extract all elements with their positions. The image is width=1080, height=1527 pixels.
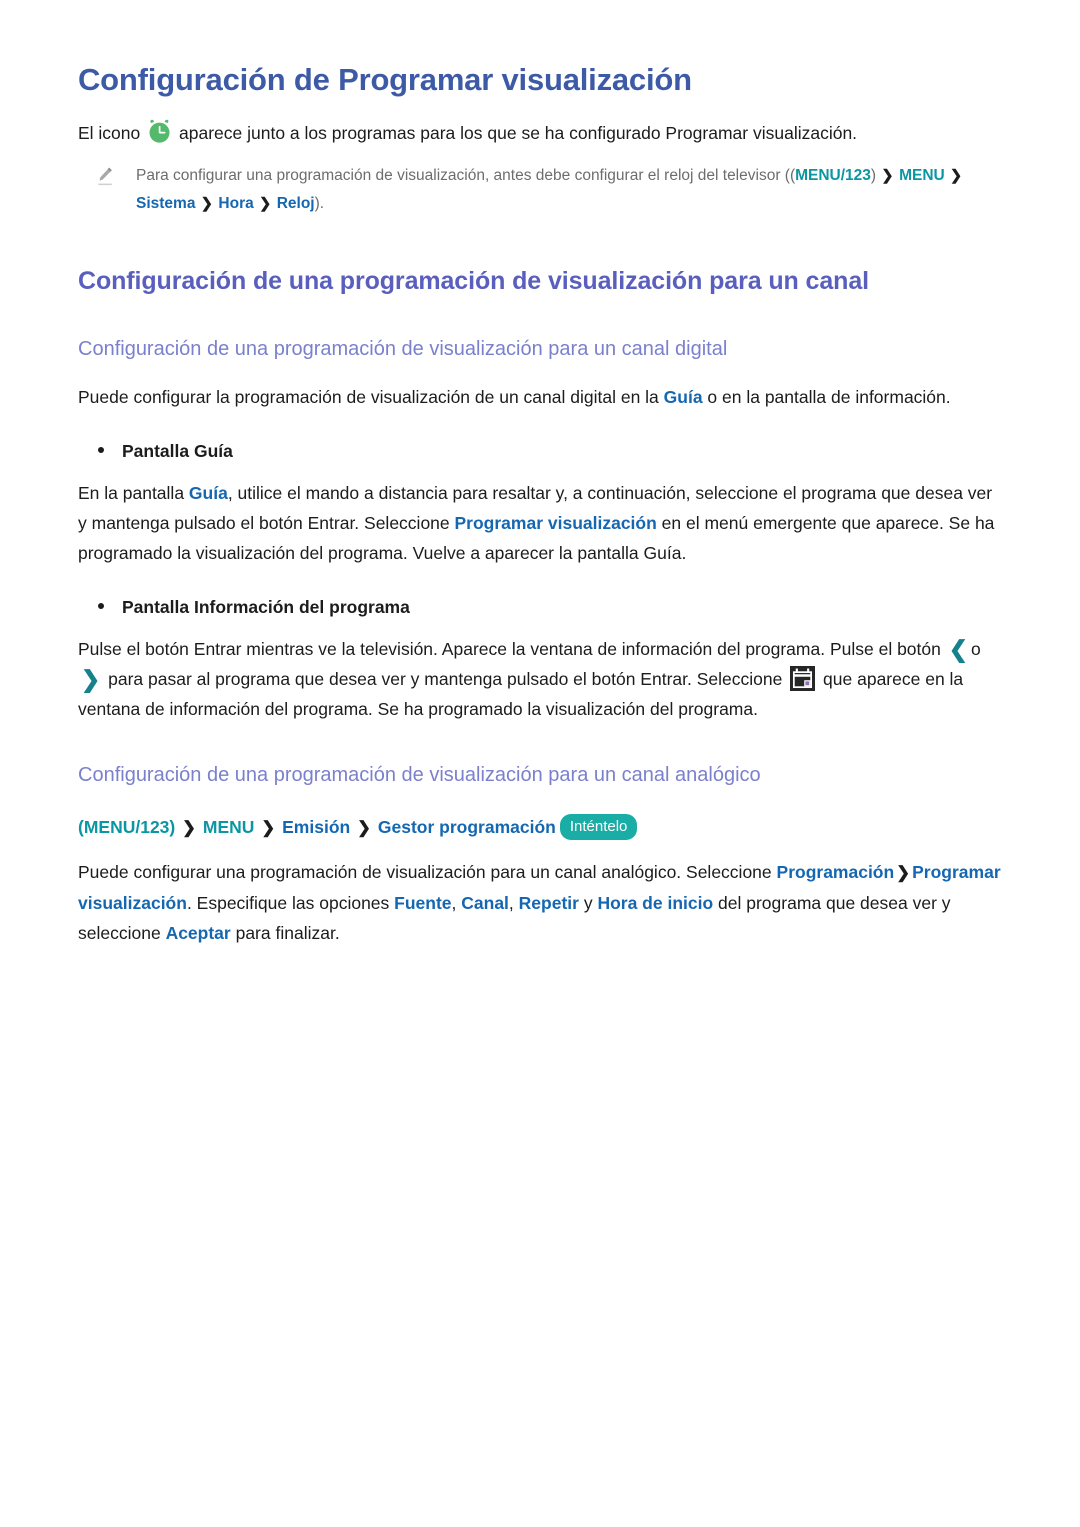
bullet1-part1: Pulse el botón Entrar mientras ve la tel… xyxy=(78,639,946,659)
digital-intro-part1: Puede configurar la programación de visu… xyxy=(78,387,664,407)
intro-text-after: aparece junto a los programas para los q… xyxy=(179,123,858,143)
note-text-part2: ) xyxy=(870,167,877,184)
digital-intro-part2: o en la pantalla de información. xyxy=(702,387,951,407)
analog-comma-1: , xyxy=(451,893,462,913)
pencil-icon xyxy=(96,166,114,188)
bullet0-kw-guia: Guía xyxy=(188,483,228,503)
analog-kw-canal: Canal xyxy=(461,893,509,913)
arrow-separator: o xyxy=(971,639,981,659)
note-chevron-3: ❯ xyxy=(200,196,214,212)
note-row: Para configurar una programación de visu… xyxy=(96,162,1002,218)
digital-intro-paragraph: Puede configurar la programación de visu… xyxy=(78,382,1002,412)
document-page: Configuración de Programar visualización… xyxy=(0,0,1080,1527)
breadcrumb-close-paren: ) xyxy=(169,817,176,837)
bullet0-kw-programar-visualizacion: Programar visualización xyxy=(454,513,657,533)
breadcrumb-kw-menu: MENU xyxy=(202,817,255,837)
note-kw-sistema: Sistema xyxy=(136,195,196,212)
breadcrumb-kw-gestor-programacion: Gestor programación xyxy=(377,817,556,837)
note-kw-hora: Hora xyxy=(218,195,254,212)
breadcrumb-kw-emision: Emisión xyxy=(282,817,351,837)
sub-heading-digital: Configuración de una programación de vis… xyxy=(78,338,728,360)
note-kw-menu: MENU xyxy=(899,167,945,184)
analog-part4: para finalizar. xyxy=(230,923,340,943)
bullet1-part2: para pasar al programa que desea ver y m… xyxy=(103,669,788,689)
analog-body-paragraph: Puede configurar una programación de vis… xyxy=(78,857,1002,948)
section-heading-channel: Configuración de una programación de vis… xyxy=(78,267,869,295)
intro-text-before: El icono xyxy=(78,123,141,143)
sub-heading-analog: Configuración de una programación de vis… xyxy=(78,764,761,786)
arrow-right-icon: ❯ xyxy=(81,666,101,692)
analog-kw-aceptar: Aceptar xyxy=(165,923,231,943)
intro-paragraph: El icono aparece junto a los programas p… xyxy=(78,118,1002,148)
try-it-badge[interactable]: Inténtelo xyxy=(559,814,638,840)
analog-part1: Puede configurar una programación de vis… xyxy=(78,862,777,882)
note-text-end: ). xyxy=(314,195,325,212)
analog-kw-repetir: Repetir xyxy=(518,893,579,913)
note-chevron-4: ❯ xyxy=(259,196,272,212)
note-kw-menu123: MENU/123 xyxy=(795,167,871,184)
note-kw-reloj: Reloj xyxy=(276,195,315,212)
bullet-label-pantalla-guia: Pantalla Guía xyxy=(122,441,233,461)
page-title: Configuración de Programar visualización xyxy=(78,62,692,97)
bullet-dot-icon xyxy=(98,603,104,609)
analog-comma-2: , xyxy=(508,893,519,913)
note-text: Para configurar una programación de visu… xyxy=(136,162,1002,218)
analog-kw-programacion: Programación xyxy=(776,862,895,882)
note-chevron-1: ❯ xyxy=(881,168,894,184)
note-chevron-2: ❯ xyxy=(950,168,963,184)
alarm-clock-icon xyxy=(147,119,172,144)
list-item: Pantalla Guía xyxy=(98,438,1002,464)
analog-kw-fuente: Fuente xyxy=(394,893,452,913)
breadcrumb-kw-menu123: MENU/123 xyxy=(83,817,170,837)
list-item: Pantalla Información del programa xyxy=(98,594,1002,620)
breadcrumb-chevron-1: ❯ xyxy=(182,818,197,837)
bullet-body-pantalla-guia: En la pantalla Guía, utilice el mando a … xyxy=(78,478,1002,568)
note-text-part1: Para configurar una programación de visu… xyxy=(136,167,796,184)
bullet-label-pantalla-informacion: Pantalla Información del programa xyxy=(122,597,410,617)
bullet0-part1: En la pantalla xyxy=(78,483,189,503)
breadcrumb: (MENU/123) ❯ MENU ❯ Emisión ❯ Gestor pro… xyxy=(78,812,1002,843)
arrow-left-icon: ❮ xyxy=(948,636,969,662)
analog-conj: y xyxy=(578,893,598,913)
schedule-calendar-icon xyxy=(790,666,816,691)
bullet-body-pantalla-informacion: Pulse el botón Entrar mientras ve la tel… xyxy=(78,634,1002,724)
bullet-dot-icon xyxy=(98,447,104,453)
digital-intro-kw-guia: Guía xyxy=(663,387,703,407)
breadcrumb-chevron-2: ❯ xyxy=(261,818,276,837)
analog-part2: . Especifique las opciones xyxy=(186,893,395,913)
breadcrumb-chevron-3: ❯ xyxy=(357,818,371,837)
analog-kw-hora-de-inicio: Hora de inicio xyxy=(597,893,714,913)
analog-chevron: ❯ xyxy=(896,863,911,882)
